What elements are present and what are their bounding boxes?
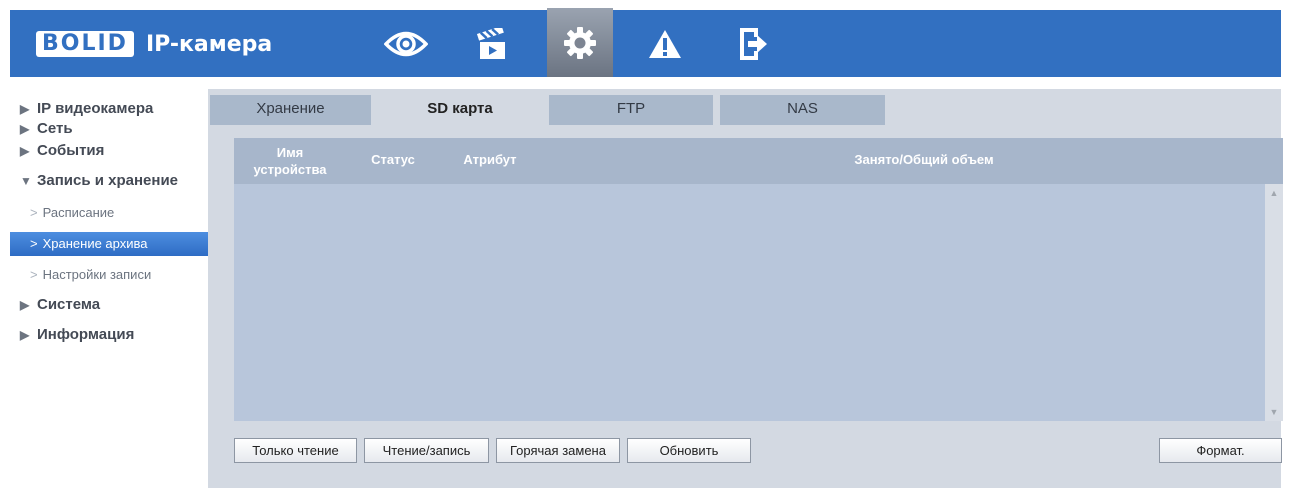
main-panel: Хранение SD карта FTP NAS Имя устройства… [208,89,1283,488]
sidebar-subitem-label: Хранение архива [42,236,148,251]
scroll-up-icon[interactable]: ▲ [1269,188,1279,198]
expanded-arrow-icon: ▼ [20,174,32,188]
sidebar-item-label: Система [37,296,101,313]
column-device-name: Имя устройства [234,144,346,178]
settings-nav[interactable] [547,8,613,77]
collapsed-arrow-icon: ▶ [20,144,30,158]
sidebar-item-label: IP видеокамера [37,100,154,117]
collapsed-arrow-icon: ▶ [20,298,30,312]
read-only-button[interactable]: Только чтение [234,438,357,463]
sidebar-item-system[interactable]: ▶ Система [10,293,208,317]
tab-nas[interactable]: NAS [720,95,885,125]
logout-nav[interactable] [720,10,786,77]
chevron-right-icon: > [30,236,38,251]
eye-icon [384,31,428,56]
tab-sd-card[interactable]: SD карта [378,95,542,125]
hot-swap-button[interactable]: Горячая замена [496,438,620,463]
sidebar-item-label: Сеть [37,120,73,137]
column-device-name-line1: Имя [276,145,304,160]
table-header: Имя устройства Статус Атрибут Занято/Общ… [234,138,1283,184]
gear-icon [564,26,596,59]
alarm-nav[interactable] [632,10,698,77]
format-button[interactable]: Формат. [1159,438,1282,463]
sidebar: ▶ IP видеокамера ▶ Сеть ▶ События ▼ Запись и… [10,89,208,347]
sidebar-subitem-schedule[interactable]: > Расписание [10,201,208,225]
clapperboard-icon [477,27,505,59]
warning-icon [649,29,681,58]
vertical-scrollbar[interactable]: ▲ ▼ [1265,184,1283,421]
sidebar-item-events[interactable]: ▶ События [10,139,208,163]
tab-ftp[interactable]: FTP [549,95,713,125]
sidebar-subitem-record-settings[interactable]: > Настройки записи [10,263,208,287]
chevron-right-icon: > [30,267,38,282]
sidebar-item-label: События [37,142,105,159]
sidebar-subitem-archive-storage[interactable]: > Хранение архива [10,232,208,256]
collapsed-arrow-icon: ▶ [20,328,30,342]
sidebar-item-label: Запись и хранение [37,172,179,189]
collapsed-arrow-icon: ▶ [20,122,30,136]
column-status: Статус [371,152,415,167]
sidebar-subitem-label: Настройки записи [42,267,152,282]
tab-storage[interactable]: Хранение [210,95,371,125]
chevron-right-icon: > [30,205,38,220]
column-attribute: Атрибут [463,152,517,167]
read-write-button[interactable]: Чтение/запись [364,438,489,463]
sidebar-item-information[interactable]: ▶ Информация [10,323,208,347]
column-device-name-line2: устройства [253,162,327,177]
logout-icon [740,27,767,60]
sidebar-item-record-storage[interactable]: ▼ Запись и хранение [10,169,208,193]
top-header: BOLID IP-камера [10,8,1281,77]
sidebar-item-label: Информация [37,326,135,343]
table-body [234,184,1265,421]
logo-brand: BOLID [36,31,134,57]
logo: BOLID IP-камера [36,30,272,58]
scroll-down-icon[interactable]: ▼ [1269,407,1279,417]
sidebar-subitem-label: Расписание [42,205,115,220]
refresh-button[interactable]: Обновить [627,438,751,463]
live-view-nav[interactable] [373,10,439,77]
column-capacity: Занято/Общий объем [854,152,994,167]
product-title: IP-камера [145,31,273,57]
playback-nav[interactable] [459,10,525,77]
